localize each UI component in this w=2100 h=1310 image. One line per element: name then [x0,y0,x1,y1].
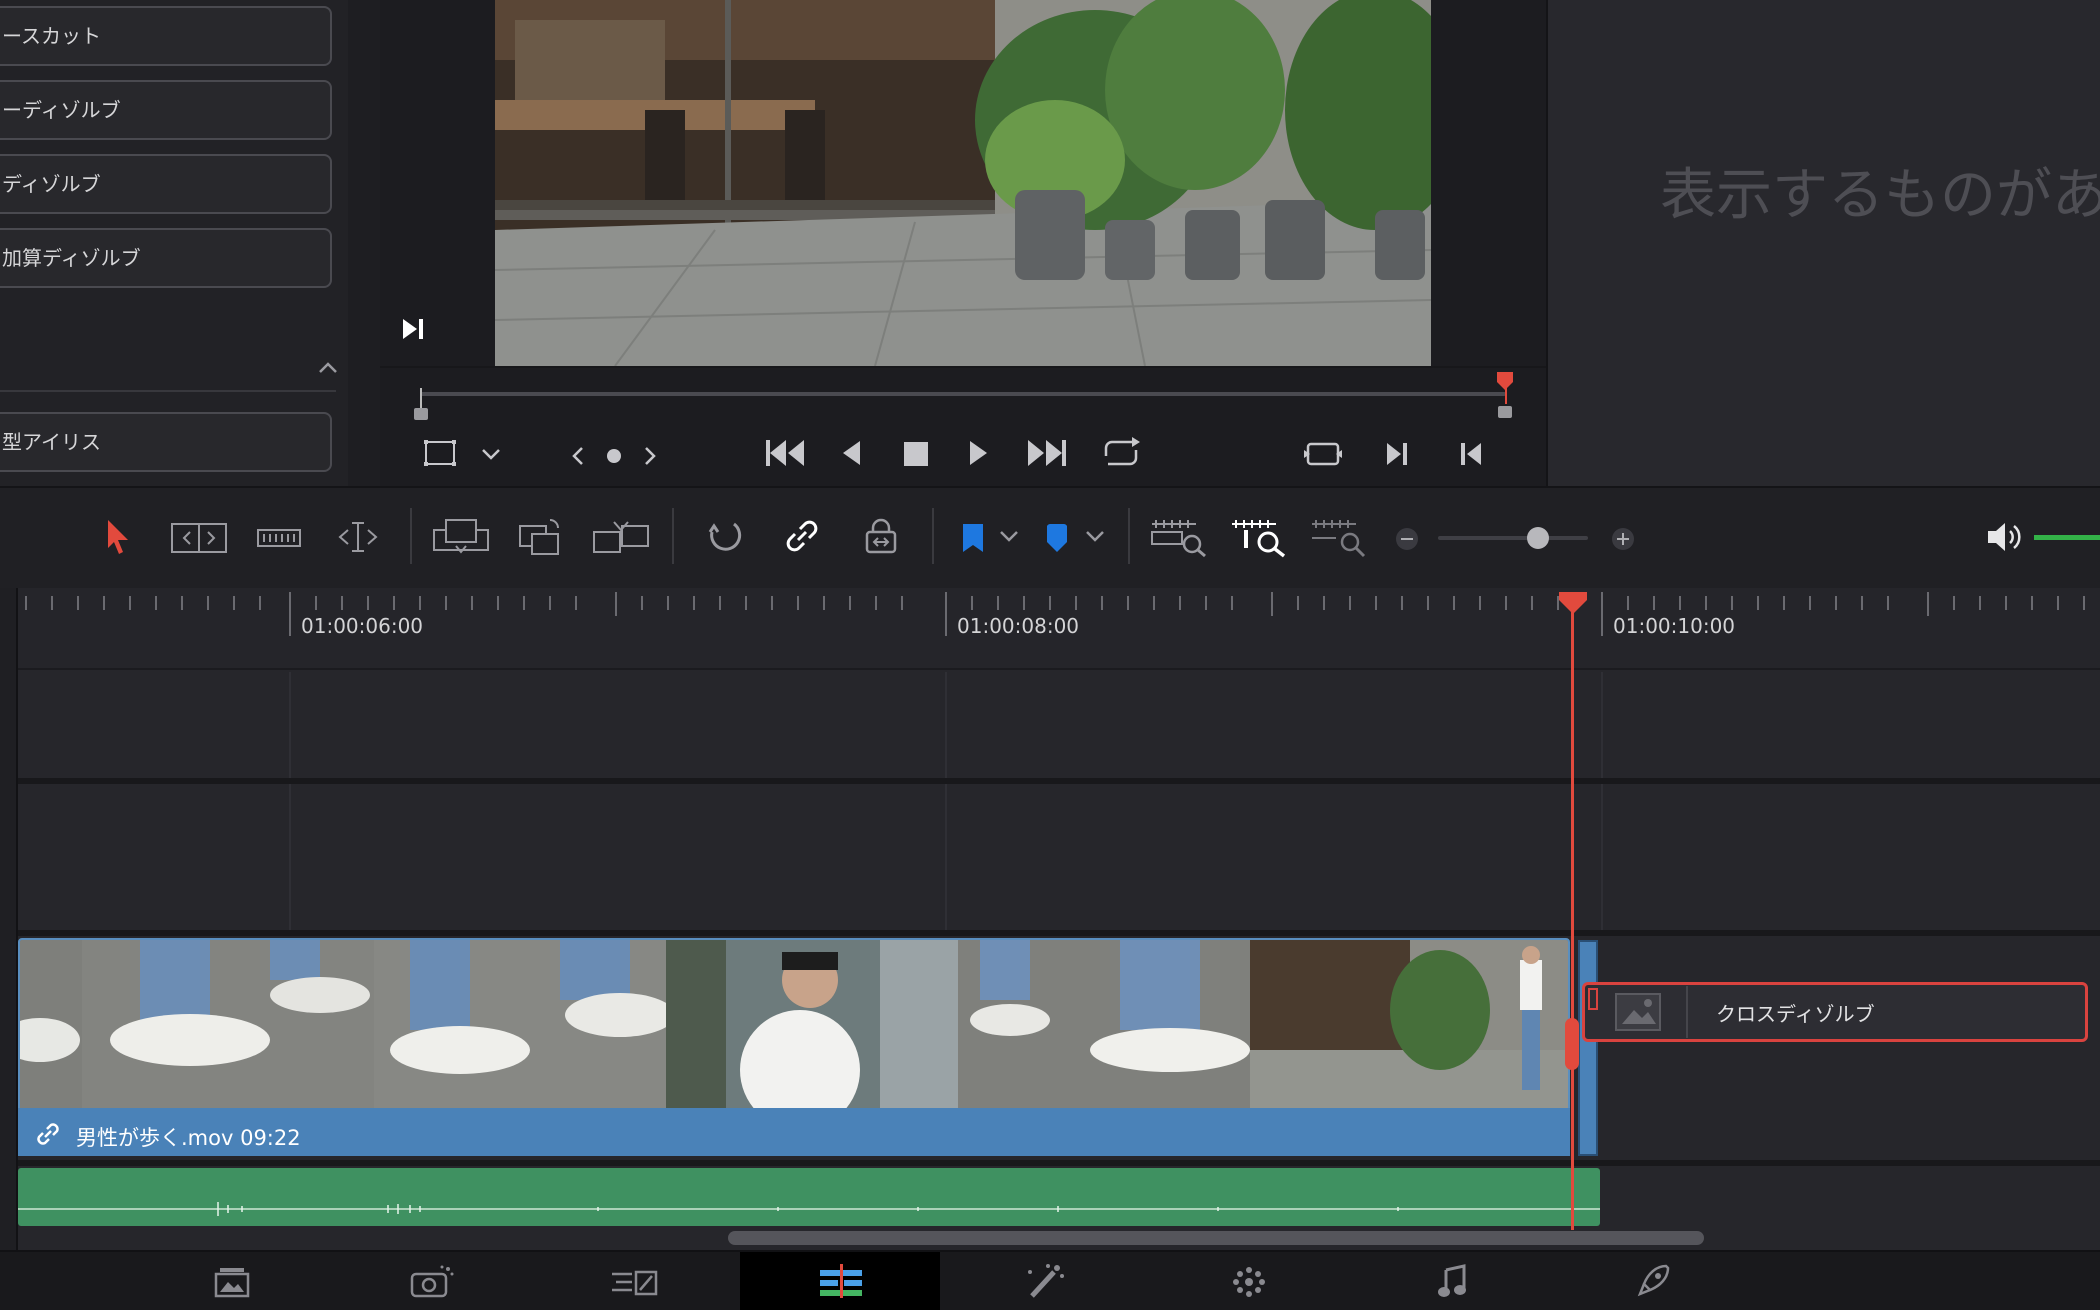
marker-icon[interactable] [1044,522,1070,554]
trim-edit-icon[interactable] [170,520,228,556]
select-pointer-icon[interactable] [104,518,132,556]
linked-selection-icon[interactable] [782,516,822,556]
overwrite-icon[interactable] [432,516,490,558]
zoom-out-icon[interactable] [1394,526,1420,552]
toolbar-separator [672,508,674,564]
badge-divider [1686,986,1688,1038]
transition-item-label: 型アイリス [2,430,101,454]
jump-to-end-icon[interactable] [1024,436,1068,470]
position-lock-icon[interactable] [864,518,898,556]
timecode-label: 01:00:08:00 [957,614,1080,638]
zoom-detail-icon[interactable] [1230,518,1288,558]
audio-clip[interactable] [18,1168,1600,1226]
toolbar-separator [932,508,934,564]
playhead-line[interactable] [1571,600,1574,1230]
audio-waveform [18,1202,1600,1216]
stop-icon[interactable] [902,440,930,468]
chevron-down-icon[interactable] [998,528,1020,544]
loop-icon[interactable] [1098,436,1144,470]
chevron-up-icon[interactable] [316,356,340,380]
playhead-marker-icon[interactable] [1494,370,1518,422]
clip-thumbnails [20,940,1568,1130]
deliver-page-icon[interactable] [1636,1262,1672,1300]
cafe-storefront-image [495,0,1431,366]
transition-item-dissolve-1[interactable]: ーディゾルブ [0,80,332,140]
zoom-in-icon[interactable] [1610,526,1636,552]
grid-line [1601,672,1603,932]
viewer-scrubber[interactable] [420,392,1506,396]
transition-item-label: 加算ディゾルブ [2,246,141,270]
place-on-top-icon[interactable] [592,516,650,558]
play-icon[interactable] [966,438,990,468]
next-frame-icon[interactable] [400,316,426,342]
zoom-slider-track[interactable] [1438,536,1588,540]
transition-edge-marker [1588,988,1598,1010]
fairlight-dots-icon[interactable] [1230,1264,1268,1300]
snapping-icon[interactable] [704,518,744,556]
match-frame-icon[interactable] [1302,438,1344,470]
transition-item-label: ディゾルブ [2,172,101,196]
cut-page-icon[interactable] [410,1264,454,1298]
track-divider [0,1160,2100,1166]
zoom-custom-icon[interactable] [1310,518,1368,558]
empty-viewer-message: 表示するものがあり [1660,163,2100,228]
viewer-frame [495,0,1431,366]
viewer-divider [380,366,1546,368]
transition-item-dissolve-2[interactable]: ディゾルブ [0,154,332,214]
chevron-down-icon[interactable] [480,446,502,462]
viewer-mode-icon[interactable] [422,438,458,468]
media-page-icon[interactable] [214,1266,250,1298]
fusion-page-icon[interactable] [610,1268,660,1298]
volume-level-bar[interactable] [2034,535,2100,540]
in-point-handle-icon[interactable] [412,388,430,422]
track-divider [0,778,2100,784]
transition-item-label: ーディゾルブ [2,98,121,122]
replace-icon[interactable] [518,516,564,556]
transition-name: クロスディゾルブ [1716,1002,1875,1026]
fairlight-page-icon[interactable] [1436,1264,1470,1300]
blade-icon[interactable] [330,518,386,556]
dynamic-trim-icon[interactable] [256,522,302,554]
toolbar-separator [1128,508,1130,564]
flag-icon[interactable] [960,522,986,554]
grid-line [945,672,947,932]
clip-tail-segment[interactable] [1578,940,1598,1156]
panel-divider [0,390,336,392]
edit-page-icon[interactable] [818,1264,864,1298]
track-divider [0,930,2100,936]
grid-line [289,672,291,932]
chevron-down-icon[interactable] [1084,528,1106,544]
color-page-icon[interactable] [1024,1262,1066,1300]
link-icon [37,1123,59,1145]
previous-edit-icon[interactable] [1458,440,1484,468]
toolbar-separator [410,508,412,564]
edit-point-handle[interactable] [1565,1018,1579,1070]
jump-to-start-icon[interactable] [764,436,808,470]
transition-item-cut[interactable]: ースカット [0,6,332,66]
transition-item-additive-dissolve[interactable]: 加算ディゾルブ [0,228,332,288]
play-reverse-icon[interactable] [840,438,864,468]
volume-icon[interactable] [1986,520,2024,554]
zoom-slider-thumb[interactable] [1527,527,1549,549]
clip-name-label: 男性が歩く.mov 09:22 [76,1126,301,1150]
prev-next-clip-icon[interactable] [568,442,660,470]
next-edit-icon[interactable] [1384,440,1410,468]
transition-item-label: ースカット [2,24,101,48]
track-header-gutter [0,588,18,1250]
zoom-full-icon[interactable] [1150,518,1208,558]
timecode-label: 01:00:06:00 [301,614,424,638]
timeline-horizontal-scrollbar[interactable] [728,1231,1704,1245]
timecode-label: 01:00:10:00 [1613,614,1736,638]
source-monitor [1546,0,2100,486]
transition-item-iris[interactable]: 型アイリス [0,412,332,472]
transition-thumbnail-icon [1615,993,1661,1031]
